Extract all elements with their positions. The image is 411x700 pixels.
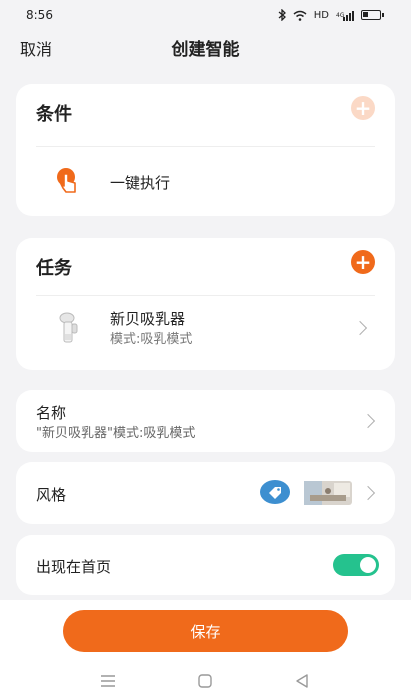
tasks-title: 任务	[36, 258, 72, 279]
menu-icon[interactable]	[100, 675, 116, 687]
home-icon[interactable]	[198, 674, 212, 688]
tag-icon	[260, 480, 290, 504]
status-bar: 8:56 HD 4G	[0, 0, 411, 30]
show-on-homepage-row: 出现在首页	[16, 535, 395, 595]
tap-hand-icon	[57, 168, 76, 193]
name-row[interactable]: 名称 "新贝吸乳器"模式:吸乳模式	[16, 390, 395, 452]
bluetooth-icon	[278, 9, 286, 21]
save-button[interactable]: 保存	[63, 610, 348, 652]
show-on-homepage-toggle[interactable]	[333, 554, 379, 576]
chevron-right-icon	[360, 413, 376, 429]
status-icons: HD 4G	[278, 9, 384, 21]
network-type: HD	[313, 9, 329, 21]
tasks-card: 任务 + 新贝吸乳器 模式:吸乳模式	[16, 238, 395, 370]
condition-label: 一键执行	[110, 174, 171, 192]
nav-bar: 取消 创建智能	[0, 30, 411, 62]
plus-icon: +	[354, 96, 372, 120]
breast-pump-icon	[59, 312, 78, 343]
toggle-knob	[360, 557, 376, 573]
chevron-right-icon	[360, 485, 376, 501]
conditions-title: 条件	[36, 104, 72, 125]
system-nav-bar	[0, 670, 411, 694]
name-label: 名称	[36, 404, 67, 422]
style-preview-image	[304, 481, 352, 505]
page-title: 创建智能	[171, 40, 240, 60]
add-condition-button[interactable]: +	[351, 96, 375, 120]
task-mode: 模式:吸乳模式	[110, 332, 193, 347]
condition-item[interactable]: 一键执行	[16, 147, 395, 216]
style-row[interactable]: 风格	[16, 462, 395, 524]
plus-icon: +	[354, 250, 372, 274]
back-icon[interactable]	[295, 674, 309, 688]
conditions-card: 条件 + 一键执行	[16, 84, 395, 216]
task-device-name: 新贝吸乳器	[110, 310, 186, 328]
task-item[interactable]: 新贝吸乳器 模式:吸乳模式	[16, 296, 395, 370]
chevron-right-icon	[352, 320, 368, 336]
add-task-button[interactable]: +	[351, 250, 375, 274]
signal-icon: 4G	[336, 10, 354, 21]
wifi-icon	[293, 10, 307, 21]
show-on-homepage-label: 出现在首页	[36, 558, 112, 576]
battery-icon	[361, 10, 384, 20]
svg-text:4G: 4G	[336, 12, 345, 19]
name-value: "新贝吸乳器"模式:吸乳模式	[36, 426, 196, 441]
status-time: 8:56	[26, 8, 53, 22]
style-label: 风格	[36, 486, 67, 504]
